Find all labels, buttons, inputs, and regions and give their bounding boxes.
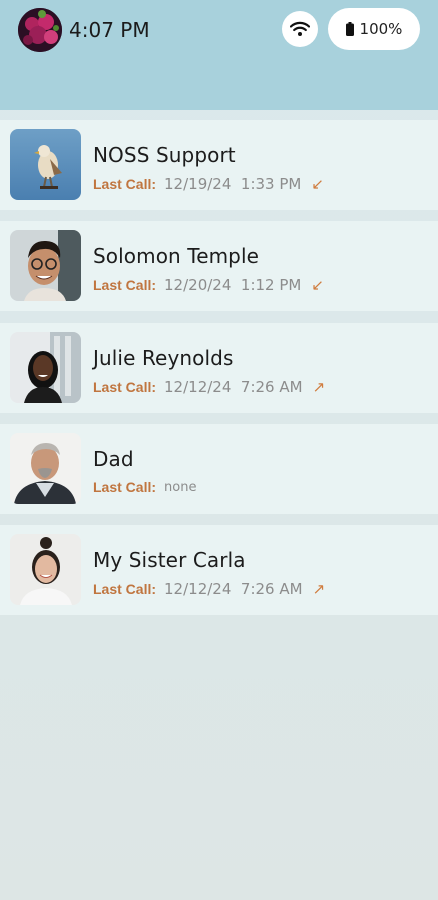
battery-status[interactable]: 100%: [328, 8, 420, 50]
contact-row[interactable]: NOSS Support Last Call: 12/19/24 1:33 PM…: [0, 120, 438, 210]
incoming-call-icon: ↙: [311, 176, 324, 193]
contact-row[interactable]: Dad Last Call: none: [0, 424, 438, 514]
wifi-icon[interactable]: [282, 11, 318, 47]
last-call-info: Last Call: 12/19/24 1:33 PM ↙: [93, 175, 324, 193]
contact-row[interactable]: My Sister Carla Last Call: 12/12/24 7:26…: [0, 525, 438, 615]
contact-photo: [10, 230, 81, 301]
contact-photo: [10, 129, 81, 200]
last-call-value: 12/12/24 7:26 AM: [164, 580, 303, 598]
profile-avatar[interactable]: [18, 8, 62, 52]
contact-photo: [10, 332, 81, 403]
last-call-info: Last Call: 12/20/24 1:12 PM ↙: [93, 276, 324, 294]
last-call-value: 12/20/24 1:12 PM: [164, 276, 302, 294]
battery-percent: 100%: [359, 20, 403, 38]
contact-name: Dad: [93, 447, 134, 471]
last-call-label: Last Call:: [93, 379, 157, 395]
last-call-value: 12/19/24 1:33 PM: [164, 175, 302, 193]
contact-row[interactable]: Julie Reynolds Last Call: 12/12/24 7:26 …: [0, 323, 438, 413]
contact-photo: [10, 433, 81, 504]
last-call-label: Last Call:: [93, 176, 157, 192]
last-call-info: Last Call: 12/12/24 7:26 AM ↗: [93, 580, 325, 598]
last-call-info: Last Call: 12/12/24 7:26 AM ↗: [93, 378, 325, 396]
status-time: 4:07 PM: [69, 18, 150, 42]
contact-name: Solomon Temple: [93, 244, 260, 268]
contact-name: My Sister Carla: [93, 548, 246, 572]
last-call-value: none: [164, 479, 197, 495]
outgoing-call-icon: ↗: [312, 379, 326, 396]
contact-photo: [10, 534, 81, 605]
outgoing-call-icon: ↗: [312, 581, 326, 598]
last-call-info: Last Call: none: [93, 479, 196, 495]
last-call-label: Last Call:: [93, 277, 157, 293]
app-header: 4:07 PM 100%: [0, 0, 438, 110]
last-call-value: 12/12/24 7:26 AM: [164, 378, 303, 396]
incoming-call-icon: ↙: [311, 277, 324, 294]
last-call-label: Last Call:: [93, 479, 157, 495]
battery-icon: [345, 22, 354, 36]
contact-name: Julie Reynolds: [93, 346, 234, 370]
contact-row[interactable]: Solomon Temple Last Call: 12/20/24 1:12 …: [0, 221, 438, 311]
last-call-label: Last Call:: [93, 581, 157, 597]
contact-name: NOSS Support: [93, 143, 236, 167]
